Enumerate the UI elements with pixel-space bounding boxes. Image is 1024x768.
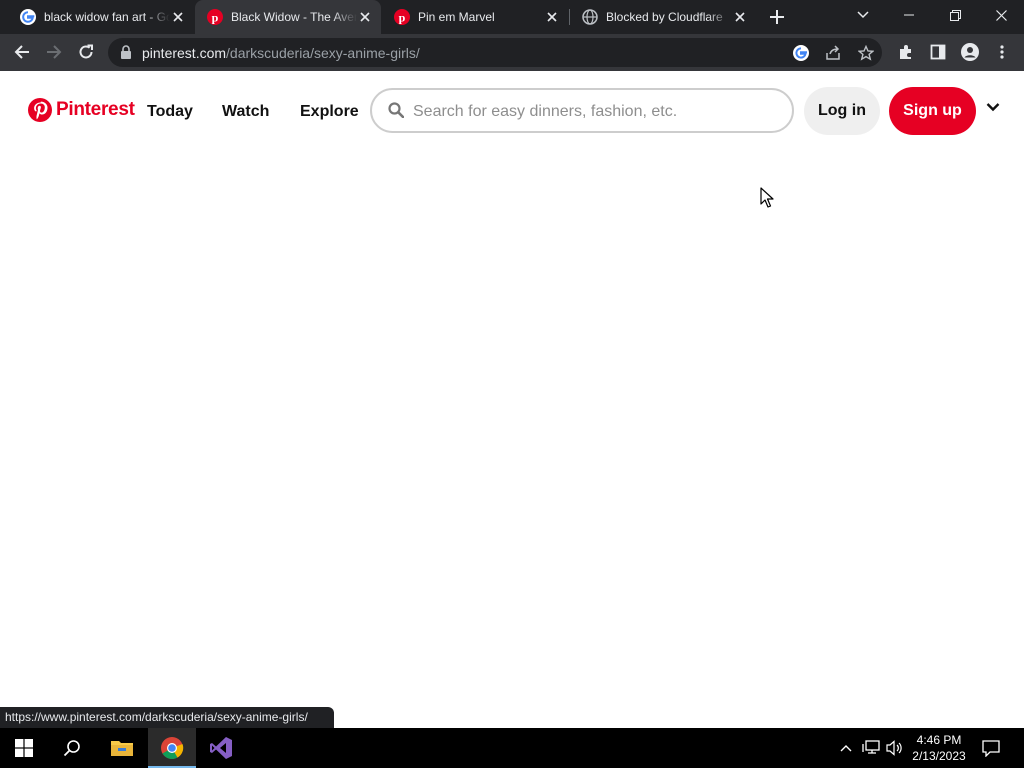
tab-google-search[interactable]: black widow fan art - Google Search [8, 0, 194, 34]
tab-search-button[interactable] [840, 0, 886, 30]
google-icon [793, 45, 809, 61]
chevron-up-icon [840, 745, 852, 752]
arrow-right-icon [47, 45, 62, 59]
windows-taskbar: 4:46 PM 2/13/2023 [0, 728, 1024, 768]
globe-icon [582, 9, 598, 25]
tab-title: black widow fan art - Google Search [44, 10, 170, 24]
url-path: /darkscuderia/sexy-anime-girls/ [226, 45, 420, 61]
chrome-icon [161, 737, 184, 759]
pinterest-icon: p [394, 9, 410, 25]
close-window-button[interactable] [978, 0, 1024, 30]
chevron-down-icon [857, 11, 869, 19]
network-icon [862, 740, 880, 754]
tab-blocked-cloudflare[interactable]: Blocked by Cloudflare [570, 0, 756, 34]
pinterest-icon: p [207, 9, 223, 25]
address-bar[interactable]: pinterest.com/darkscuderia/sexy-anime-gi… [108, 38, 882, 67]
google-lens-button[interactable] [791, 43, 811, 63]
search-icon [63, 740, 80, 757]
notification-icon [982, 739, 1000, 757]
side-panel-icon [930, 44, 946, 60]
pinterest-logo-icon [28, 98, 52, 122]
url-host: pinterest.com [142, 45, 227, 61]
close-tab-icon[interactable] [170, 9, 186, 25]
browser-tab-strip: black widow fan art - Google Search p Bl… [0, 0, 1024, 34]
taskbar-search-button[interactable] [48, 728, 96, 768]
visual-studio-button[interactable] [197, 728, 245, 768]
tab-title: Blocked by Cloudflare [606, 10, 723, 24]
profile-button[interactable] [960, 42, 980, 62]
pinterest-header: Pinterest Today Watch Explore Log in Sig… [0, 71, 1024, 151]
back-button[interactable] [8, 38, 36, 66]
minimize-icon [904, 14, 914, 16]
share-button[interactable] [823, 43, 843, 63]
reload-icon [79, 44, 93, 59]
url-text: pinterest.com/darkscuderia/sexy-anime-gi… [142, 45, 420, 61]
share-icon [826, 45, 840, 60]
pinterest-logo[interactable]: Pinterest [28, 98, 135, 122]
restore-button[interactable] [932, 0, 978, 30]
arrow-left-icon [14, 45, 29, 59]
start-button[interactable] [0, 728, 48, 768]
browser-toolbar: pinterest.com/darkscuderia/sexy-anime-gi… [0, 34, 1024, 71]
login-button[interactable]: Log in [804, 87, 880, 135]
link-status-bubble: https://www.pinterest.com/darkscuderia/s… [0, 707, 334, 728]
search-input[interactable] [411, 100, 785, 124]
windows-logo-icon [15, 739, 33, 757]
close-icon [995, 9, 1007, 21]
avatar-icon [961, 43, 979, 61]
signup-button[interactable]: Sign up [889, 87, 976, 135]
tab-title: Black Widow - The Avengers [231, 10, 357, 24]
clock-date: 2/13/2023 [912, 749, 966, 763]
chrome-taskbar-button[interactable] [148, 728, 196, 768]
star-icon [858, 45, 874, 61]
svg-text:p: p [399, 11, 406, 25]
svg-text:p: p [212, 11, 219, 25]
close-tab-icon[interactable] [732, 9, 748, 25]
search-icon [388, 102, 404, 118]
side-panel-button[interactable] [928, 42, 948, 62]
extensions-button[interactable] [896, 42, 916, 62]
speaker-icon [886, 740, 902, 756]
forward-button[interactable] [40, 38, 68, 66]
clock-time: 4:46 PM [916, 733, 962, 747]
tab-title: Pin em Marvel [418, 10, 495, 24]
reload-button[interactable] [72, 38, 100, 66]
action-center-button[interactable] [981, 738, 1001, 758]
network-tray-button[interactable] [861, 738, 881, 758]
close-tab-icon[interactable] [357, 9, 373, 25]
folder-icon [111, 741, 133, 756]
bookmark-button[interactable] [856, 43, 876, 63]
nav-watch-link[interactable]: Watch [222, 103, 269, 121]
plus-icon [770, 10, 784, 24]
kebab-menu-icon [1000, 45, 1004, 59]
tab-black-widow[interactable]: p Black Widow - The Avengers [195, 0, 381, 34]
chevron-down-icon[interactable] [986, 102, 1000, 112]
restore-icon [949, 9, 961, 21]
puzzle-icon [900, 45, 911, 59]
close-tab-icon[interactable] [544, 9, 560, 25]
search-bar [370, 88, 794, 133]
new-tab-button[interactable] [766, 6, 788, 28]
tab-pin-em-marvel[interactable]: p Pin em Marvel [382, 0, 568, 34]
nav-explore-link[interactable]: Explore [300, 103, 359, 121]
minimize-button[interactable] [886, 0, 932, 30]
taskbar-clock[interactable]: 4:46 PM 2/13/2023 [904, 732, 974, 764]
pinterest-logo-text: Pinterest [56, 99, 135, 120]
mouse-cursor-icon [760, 187, 774, 208]
file-explorer-button[interactable] [98, 728, 146, 768]
volume-tray-button[interactable] [885, 738, 905, 758]
google-icon [20, 9, 36, 25]
lock-icon [121, 45, 131, 59]
chrome-menu-button[interactable] [992, 42, 1012, 62]
show-hidden-icons-button[interactable] [836, 738, 856, 758]
nav-today-link[interactable]: Today [147, 103, 193, 121]
visual-studio-icon [210, 737, 232, 759]
